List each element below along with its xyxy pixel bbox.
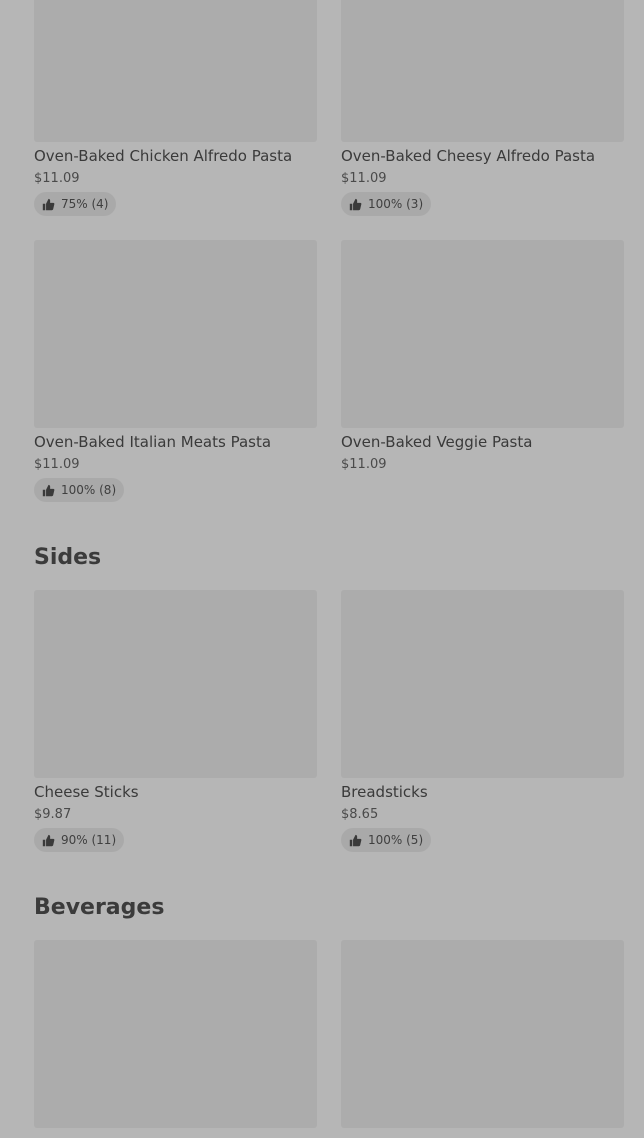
rating-badge: 100% (5) (341, 828, 432, 852)
thumbs-up-icon (42, 834, 55, 846)
item-image (34, 240, 317, 428)
rating-text: 100% (5) (368, 833, 424, 847)
item-image (341, 590, 624, 778)
item-price: $9.87 (34, 807, 72, 822)
rating-badge: 90% (11) (34, 828, 125, 852)
item-name: Oven-Baked Italian Meats Pasta (34, 433, 272, 451)
thumbs-up-icon (349, 198, 362, 210)
rating-text: 100% (8) (61, 483, 117, 497)
item-image (341, 940, 624, 1128)
item-image (34, 590, 317, 778)
rating-text: 100% (3) (368, 197, 424, 211)
rating-badge: 100% (3) (341, 192, 432, 216)
thumbs-up-icon (42, 484, 55, 496)
thumbs-up-icon (349, 834, 362, 846)
rating-text: 75% (4) (61, 197, 109, 211)
item-image (341, 240, 624, 428)
item-image (341, 0, 624, 142)
section-title-sides: Sides (34, 545, 102, 570)
item-price: $11.09 (341, 171, 387, 186)
item-name: Oven-Baked Cheesy Alfredo Pasta (341, 147, 596, 165)
item-price: $11.09 (34, 171, 80, 186)
item-price: $11.09 (34, 457, 80, 472)
rating-badge: 75% (4) (34, 192, 117, 216)
thumbs-up-icon (42, 198, 55, 210)
item-name: Oven-Baked Chicken Alfredo Pasta (34, 147, 293, 165)
item-name: Cheese Sticks (34, 783, 139, 801)
item-name: Oven-Baked Veggie Pasta (341, 433, 533, 451)
item-image (34, 0, 317, 142)
item-price: $11.09 (341, 457, 387, 472)
section-title-beverages: Beverages (34, 895, 165, 920)
rating-text: 90% (11) (61, 833, 117, 847)
item-price: $8.65 (341, 807, 379, 822)
item-name: Breadsticks (341, 783, 428, 801)
rating-badge: 100% (8) (34, 478, 125, 502)
item-image (34, 940, 317, 1128)
